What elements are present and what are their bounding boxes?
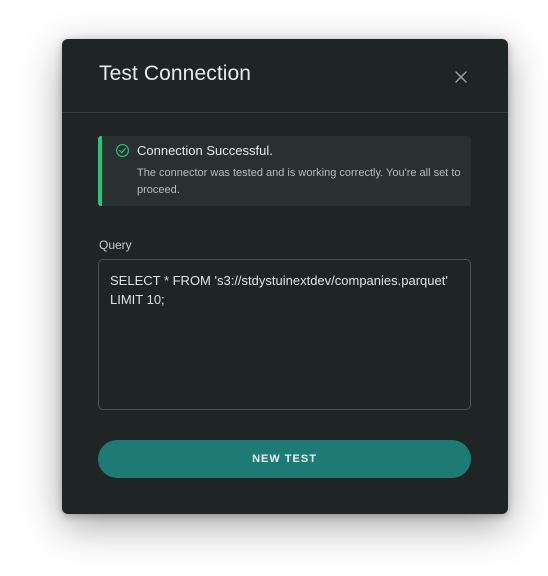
new-test-button[interactable]: NEW TEST (98, 440, 471, 478)
alert-title: Connection Successful. (137, 143, 273, 158)
close-button[interactable] (450, 66, 472, 88)
dialog-title: Test Connection (99, 62, 252, 85)
query-textarea[interactable]: SELECT * FROM 's3://stdystuinextdev/comp… (98, 259, 471, 410)
success-alert: Connection Successful. The connector was… (98, 136, 471, 206)
dialog-header: Test Connection (62, 39, 508, 113)
alert-message: The connector was tested and is working … (137, 167, 461, 196)
test-connection-dialog: Test Connection Connection Successful. T… (62, 39, 508, 514)
query-label: Query (99, 238, 132, 252)
close-icon (455, 71, 467, 83)
alert-accent-bar (98, 136, 102, 206)
check-circle-icon (116, 144, 129, 157)
